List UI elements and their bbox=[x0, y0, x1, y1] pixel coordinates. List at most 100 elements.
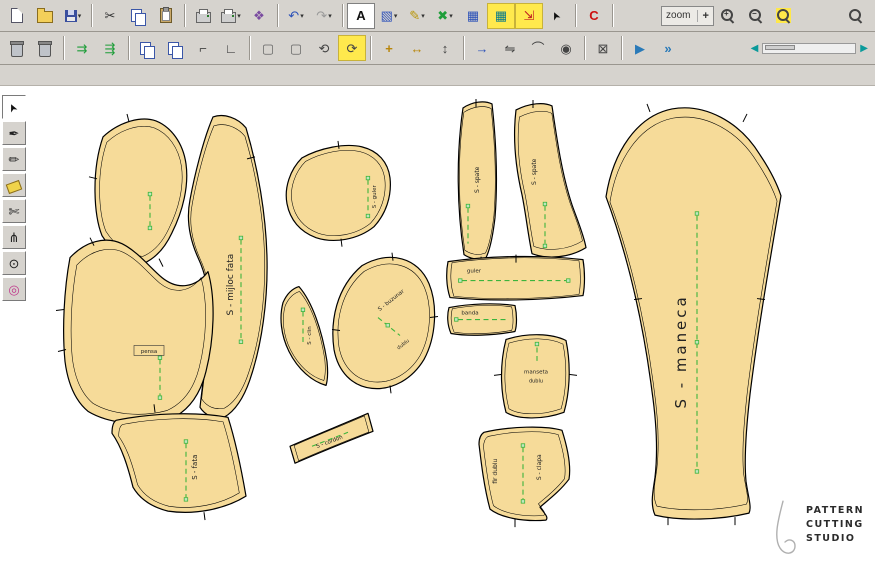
piece-flap[interactable]: fir dublu S - clapa bbox=[478, 426, 571, 528]
rotate-ccw-icon: ⟲ bbox=[318, 40, 330, 56]
bring-forward-button[interactable]: ⇉ bbox=[68, 35, 96, 61]
paste-button[interactable] bbox=[152, 3, 180, 29]
curve-pen-tool-icon: ✒ bbox=[8, 125, 20, 141]
pivot-button[interactable]: ◉ bbox=[552, 35, 580, 61]
notch-tool[interactable]: ⋔ bbox=[2, 225, 26, 249]
measure-button[interactable]: ↕ bbox=[431, 35, 459, 61]
export-button[interactable]: ❖ bbox=[245, 3, 273, 29]
delete-piece-button[interactable] bbox=[3, 35, 31, 61]
undo-button[interactable]: ↶ ▾ bbox=[282, 3, 310, 29]
piece-gusset[interactable]: S - clin bbox=[280, 285, 329, 386]
delete-annotation-button[interactable]: ✖ ▾ bbox=[431, 3, 459, 29]
piece-sleeve[interactable]: S - maneca bbox=[605, 103, 782, 526]
notch-mark bbox=[158, 258, 164, 267]
dropdown-arrow-icon[interactable]: ▾ bbox=[237, 12, 241, 20]
zoom-out-button[interactable]: − bbox=[742, 3, 770, 29]
piece-back-panel[interactable]: S - spate bbox=[514, 99, 587, 265]
duplicate-piece-button[interactable] bbox=[161, 35, 189, 61]
piece-pocket[interactable]: S - buzunar dublu bbox=[331, 252, 439, 394]
pattern-canvas[interactable]: S - mijloc fata pensa S - guler S - clin… bbox=[0, 86, 875, 574]
dropdown-arrow-icon[interactable]: ▾ bbox=[449, 12, 453, 20]
piece-back-side-panel[interactable]: S - spate bbox=[457, 98, 498, 265]
dropdown-arrow-icon[interactable]: ▾ bbox=[300, 12, 304, 20]
dropdown-arrow-icon[interactable]: ▾ bbox=[421, 12, 425, 20]
scroll-thumb[interactable] bbox=[765, 44, 796, 50]
piece-collar[interactable]: S - guler bbox=[285, 140, 391, 247]
grain-end-marker bbox=[454, 317, 459, 322]
grain-end-marker bbox=[157, 355, 163, 360]
dropdown-arrow-icon[interactable]: ▾ bbox=[394, 12, 398, 20]
move-piece-icon: + bbox=[385, 40, 393, 56]
stretch-piece-button[interactable]: ↔ bbox=[403, 35, 431, 61]
scroll-track[interactable] bbox=[762, 42, 857, 54]
notch-mark bbox=[742, 113, 748, 123]
regenerate-button[interactable]: C bbox=[580, 3, 608, 29]
piece-cuff[interactable]: manseta dublu bbox=[493, 334, 578, 419]
bring-all-forward-button[interactable]: ⇶ bbox=[96, 35, 124, 61]
arc-tool-button[interactable]: ⌒ bbox=[524, 35, 552, 61]
drill-tool[interactable]: ⊙ bbox=[2, 251, 26, 275]
select-tool[interactable]: ➤ bbox=[2, 95, 26, 119]
print-button[interactable] bbox=[189, 3, 217, 29]
rotate-cw-button[interactable]: ⟳ bbox=[338, 35, 366, 61]
marquee-select-button[interactable]: ▢ bbox=[254, 35, 282, 61]
copy-move-button[interactable]: → bbox=[468, 35, 496, 61]
rotate-ccw-button[interactable]: ⟲ bbox=[310, 35, 338, 61]
eraser-tool[interactable] bbox=[2, 173, 26, 197]
walk-all-button[interactable]: » bbox=[654, 35, 682, 61]
new-button[interactable] bbox=[3, 3, 31, 29]
dropdown-arrow-icon[interactable]: ▾ bbox=[328, 12, 332, 20]
cut-button[interactable]: ✂ bbox=[96, 3, 124, 29]
mirror-button[interactable]: ⇋ bbox=[496, 35, 524, 61]
select-tool-icon: ➤ bbox=[6, 100, 21, 114]
text-tool-button[interactable]: A bbox=[347, 2, 375, 29]
dropdown-arrow-icon[interactable]: ▾ bbox=[78, 12, 82, 20]
redo-button[interactable]: ↷ ▾ bbox=[310, 3, 338, 29]
delete-all-button[interactable] bbox=[31, 35, 59, 61]
frame-tool-button[interactable]: ▧ ▾ bbox=[375, 3, 403, 29]
merge-pieces-button[interactable] bbox=[133, 35, 161, 61]
measure-icon: ↕ bbox=[441, 40, 449, 56]
print-icon bbox=[195, 9, 211, 23]
zoom-label: zoom bbox=[666, 10, 691, 21]
pointer-mode-button[interactable]: ➤ bbox=[543, 3, 571, 29]
zoom-increase-button[interactable]: + bbox=[696, 9, 709, 22]
copy-button[interactable] bbox=[124, 3, 152, 29]
save-button[interactable]: ▾ bbox=[59, 3, 87, 29]
plot-button[interactable]: ▾ bbox=[217, 3, 245, 29]
marquee-add-button[interactable]: ▢ bbox=[282, 35, 310, 61]
pencil-tool[interactable]: ✏ bbox=[2, 147, 26, 171]
zoom-window-button[interactable] bbox=[842, 3, 870, 29]
piece-band[interactable]: banda bbox=[447, 303, 518, 336]
grid-view-button[interactable]: ▦ bbox=[487, 2, 515, 29]
open-button[interactable] bbox=[31, 3, 59, 29]
knife-tool[interactable]: ✄ bbox=[2, 199, 26, 223]
scroll-right-button[interactable]: ▶ bbox=[858, 43, 870, 54]
zoom-all-button[interactable] bbox=[770, 3, 798, 29]
canvas-area[interactable]: ➤ ✒ ✏ ✄ ⋔ ⊙ ◎ S - mijloc fata pensa S - … bbox=[0, 86, 875, 574]
walk-piece-button[interactable]: ▶ bbox=[626, 35, 654, 61]
secondary-toolbar: ⇉ ⇶ ⌐ ∟ ▢ ▢ ⟲ ⟳ + ↔ ↕ → ⇋ ⌒ ◉ ⊠ ▶ » ◀ ▶ bbox=[0, 32, 875, 65]
table-view-button[interactable]: ▦ bbox=[459, 3, 487, 29]
send-to-plotter-button[interactable]: ⇲ bbox=[515, 2, 543, 29]
piece-belt[interactable]: S - cordon bbox=[289, 412, 374, 464]
piece-front[interactable]: S - fata bbox=[111, 404, 247, 521]
zoom-in-button[interactable]: + bbox=[714, 3, 742, 29]
tracing-wheel-tool[interactable]: ◎ bbox=[2, 277, 26, 301]
toolbar-separator bbox=[128, 36, 129, 60]
corner-tool-button[interactable]: ⌐ bbox=[189, 35, 217, 61]
move-piece-button[interactable]: + bbox=[375, 35, 403, 61]
piece-side-panel[interactable]: pensa bbox=[55, 237, 214, 433]
annotate-tool-button[interactable]: ✎ ▾ bbox=[403, 3, 431, 29]
close-pattern-button[interactable]: ⊠ bbox=[589, 35, 617, 61]
scroll-left-button[interactable]: ◀ bbox=[749, 43, 761, 54]
piece-collar-band[interactable]: guler bbox=[446, 254, 586, 301]
curve-pen-tool[interactable]: ✒ bbox=[2, 121, 26, 145]
grain-end-marker bbox=[385, 323, 390, 328]
marquee-add-icon: ▢ bbox=[289, 40, 303, 56]
toolbar-separator bbox=[91, 4, 92, 27]
export-icon: ❖ bbox=[253, 8, 265, 23]
grain-end-marker bbox=[566, 278, 571, 283]
piece-label: fir dublu bbox=[492, 459, 499, 484]
stairs-tool-button[interactable]: ∟ bbox=[217, 35, 245, 61]
